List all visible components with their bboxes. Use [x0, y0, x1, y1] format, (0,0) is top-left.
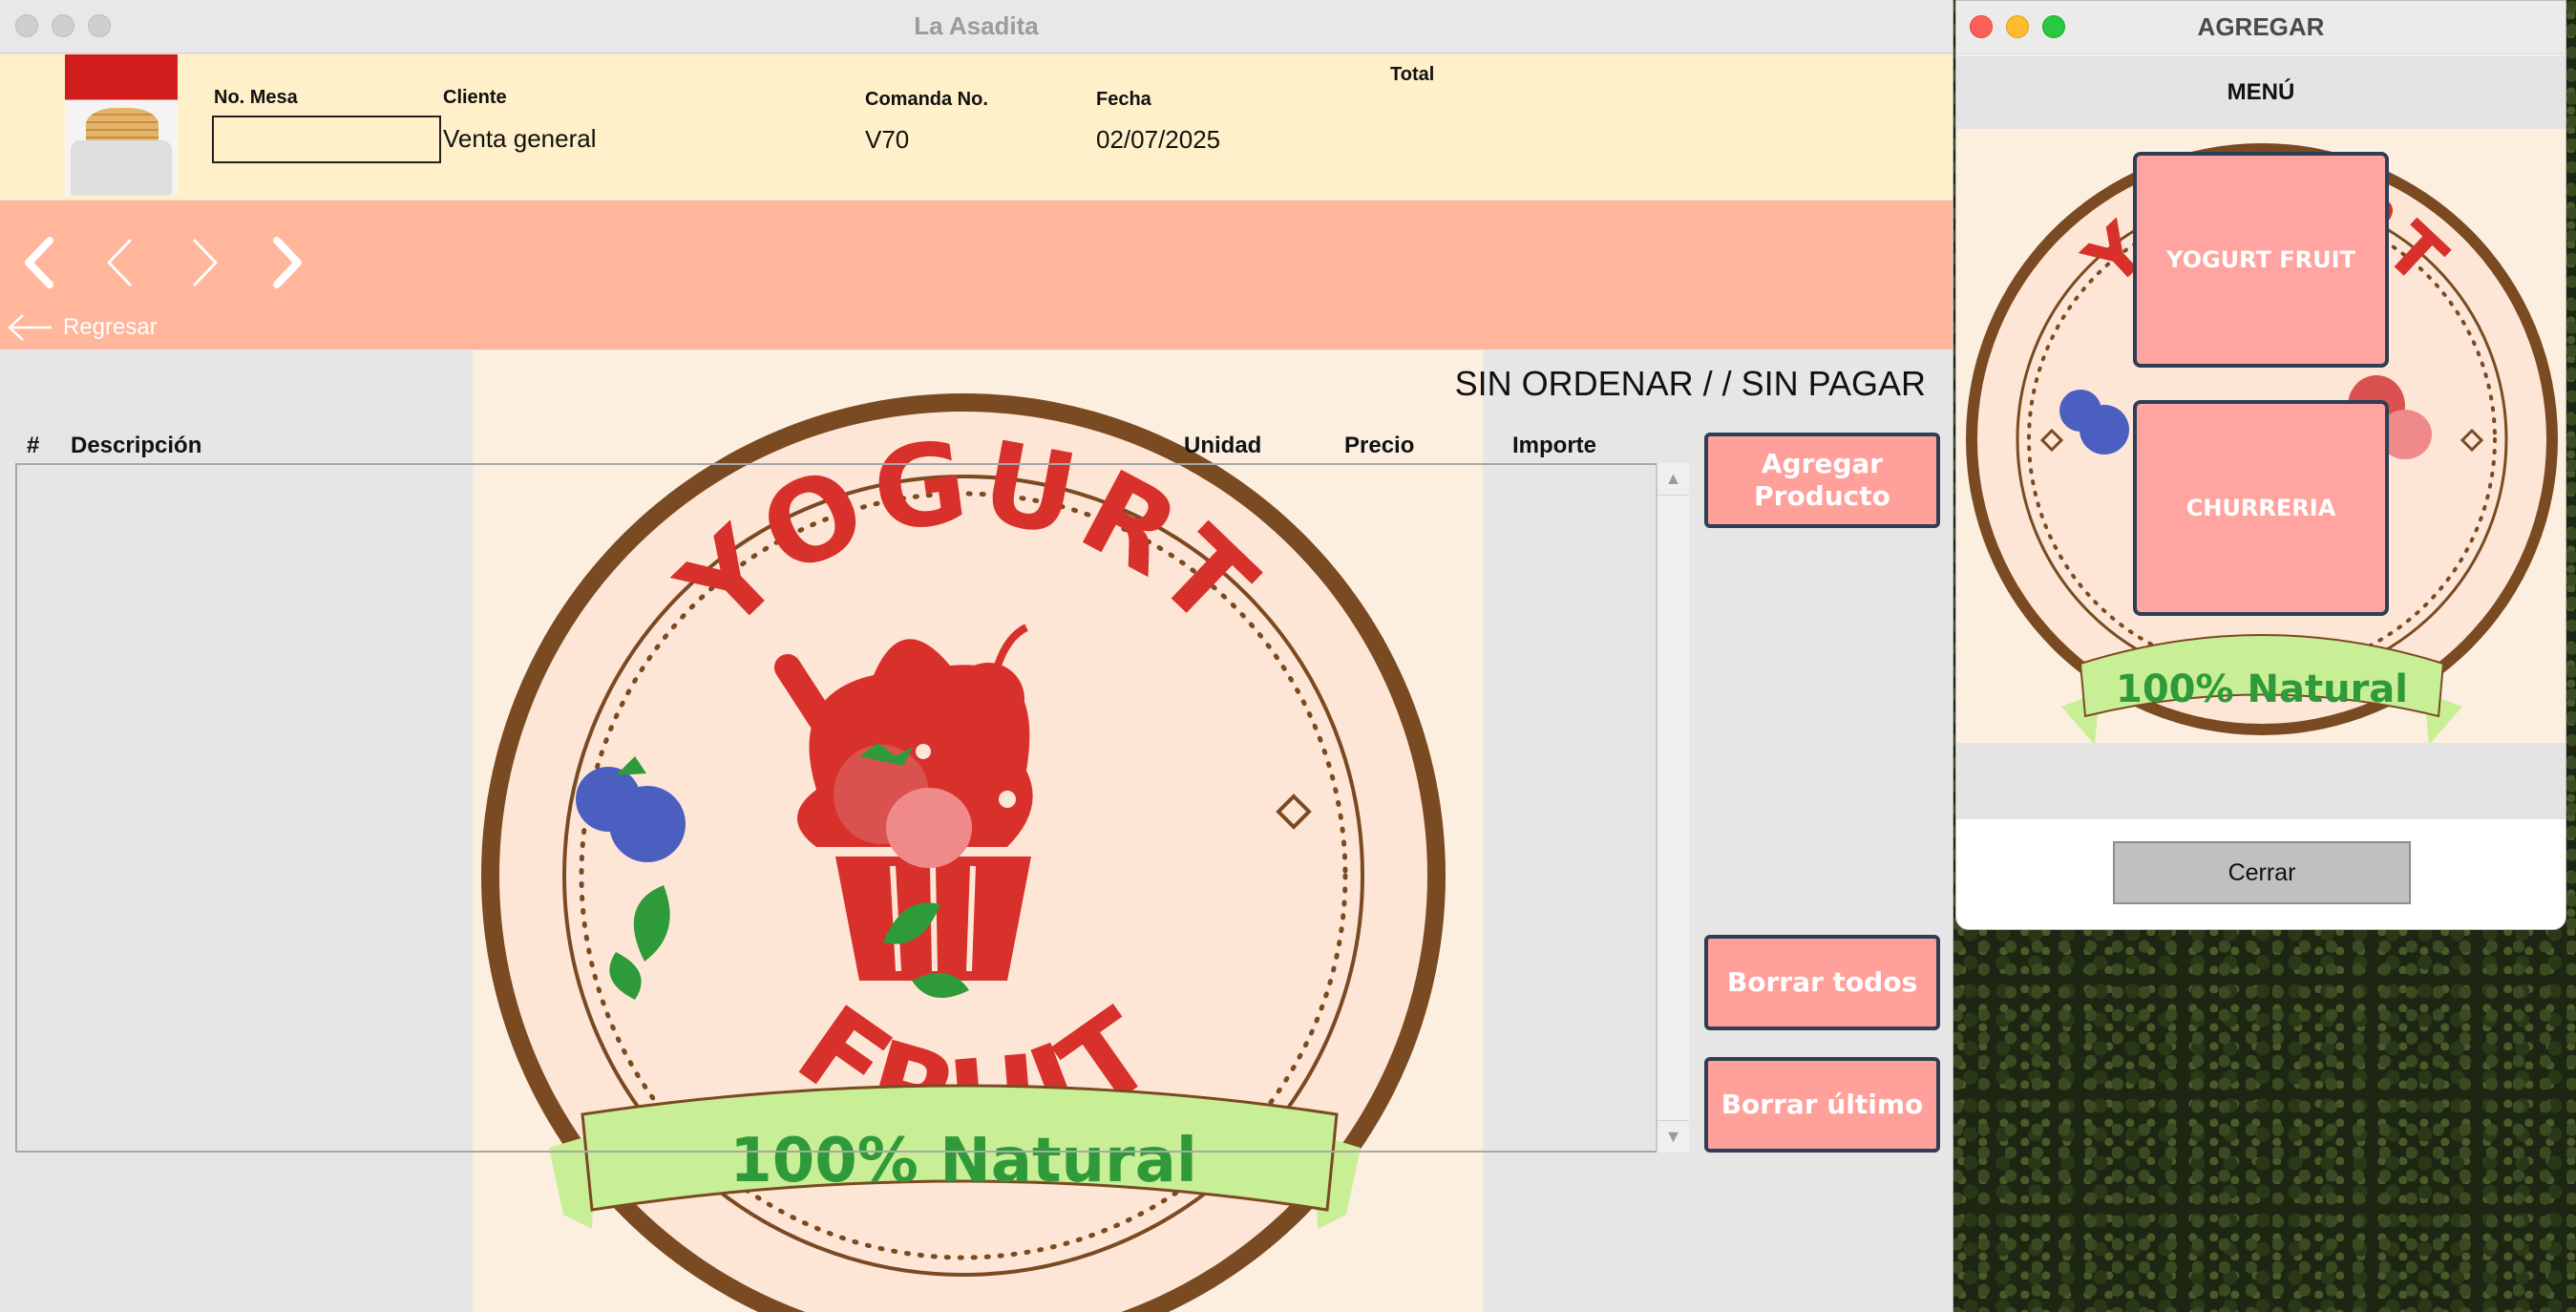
order-items-table[interactable]	[15, 463, 1689, 1153]
first-page-icon[interactable]	[11, 229, 69, 296]
last-page-icon[interactable]	[258, 229, 315, 296]
menu-title: MENÚ	[2227, 78, 2295, 105]
navigation-bar: Regresar	[0, 201, 1953, 349]
add-product-button[interactable]: Agregar Producto	[1704, 433, 1940, 528]
cliente-value: Venta general	[443, 124, 597, 153]
menu-area: YOGURT 100% Natural YOGURT FRUIT CHURRER…	[1956, 129, 2565, 743]
menu-item-yogurt-fruit[interactable]: YOGURT FRUIT	[2133, 152, 2389, 368]
window-controls	[15, 14, 111, 37]
order-content: YOGURT FRUIT	[0, 350, 1953, 1312]
dialog-title: AGREGAR	[2197, 12, 2325, 41]
comanda-label: Comanda No.	[865, 89, 988, 110]
order-status: SIN ORDENAR / / SIN PAGAR	[1454, 364, 1926, 403]
column-number: #	[27, 433, 40, 458]
mesa-label: No. Mesa	[214, 87, 298, 108]
add-dialog: AGREGAR MENÚ YOGURT 100% Natural	[1955, 0, 2566, 930]
fecha-value: 02/07/2025	[1096, 125, 1221, 154]
dialog-footer-band	[1956, 743, 2565, 819]
total-label: Total	[1390, 64, 1435, 85]
window-title: La Asadita	[914, 11, 1039, 40]
main-window: La Asadita No. Mesa Cliente Venta genera…	[0, 0, 1953, 1312]
column-unidad: Unidad	[1184, 433, 1262, 458]
close-button[interactable]: Cerrar	[2113, 841, 2411, 904]
table-scrollbar[interactable]: ▲ ▼	[1656, 463, 1689, 1153]
order-header: No. Mesa Cliente Venta general Comanda N…	[0, 54, 1953, 200]
delete-all-button[interactable]: Borrar todos	[1704, 935, 1940, 1030]
dialog-logo-banner-text: 100% Natural	[2116, 667, 2408, 711]
dialog-minimize-window-button[interactable]	[2006, 15, 2029, 38]
column-descripcion: Descripción	[71, 433, 202, 458]
menu-item-churreria[interactable]: CHURRERIA	[2133, 400, 2389, 616]
dialog-close-window-button[interactable]	[1970, 15, 1993, 38]
scroll-down-icon[interactable]: ▼	[1658, 1120, 1689, 1153]
column-importe: Importe	[1512, 433, 1597, 458]
mesa-input[interactable]	[212, 116, 441, 163]
column-precio: Precio	[1344, 433, 1415, 458]
fecha-label: Fecha	[1096, 89, 1151, 110]
dialog-window-controls	[1970, 15, 2065, 38]
back-label: Regresar	[63, 314, 158, 340]
zoom-window-button[interactable]	[88, 14, 111, 37]
cliente-label: Cliente	[443, 87, 507, 108]
minimize-window-button[interactable]	[52, 14, 74, 37]
previous-icon[interactable]	[92, 229, 149, 296]
close-window-button[interactable]	[15, 14, 38, 37]
dialog-titlebar[interactable]: AGREGAR	[1956, 1, 2565, 54]
comanda-value: V70	[865, 125, 910, 154]
back-link[interactable]: Regresar	[6, 313, 158, 342]
dialog-zoom-window-button[interactable]	[2042, 15, 2065, 38]
delete-last-button[interactable]: Borrar último	[1704, 1057, 1940, 1153]
scroll-up-icon[interactable]: ▲	[1658, 463, 1689, 496]
main-titlebar[interactable]: La Asadita	[0, 0, 1953, 53]
restaurant-image	[65, 54, 178, 196]
next-icon[interactable]	[176, 229, 233, 296]
menu-header: MENÚ	[1956, 55, 2565, 129]
back-arrow-icon	[8, 314, 52, 341]
